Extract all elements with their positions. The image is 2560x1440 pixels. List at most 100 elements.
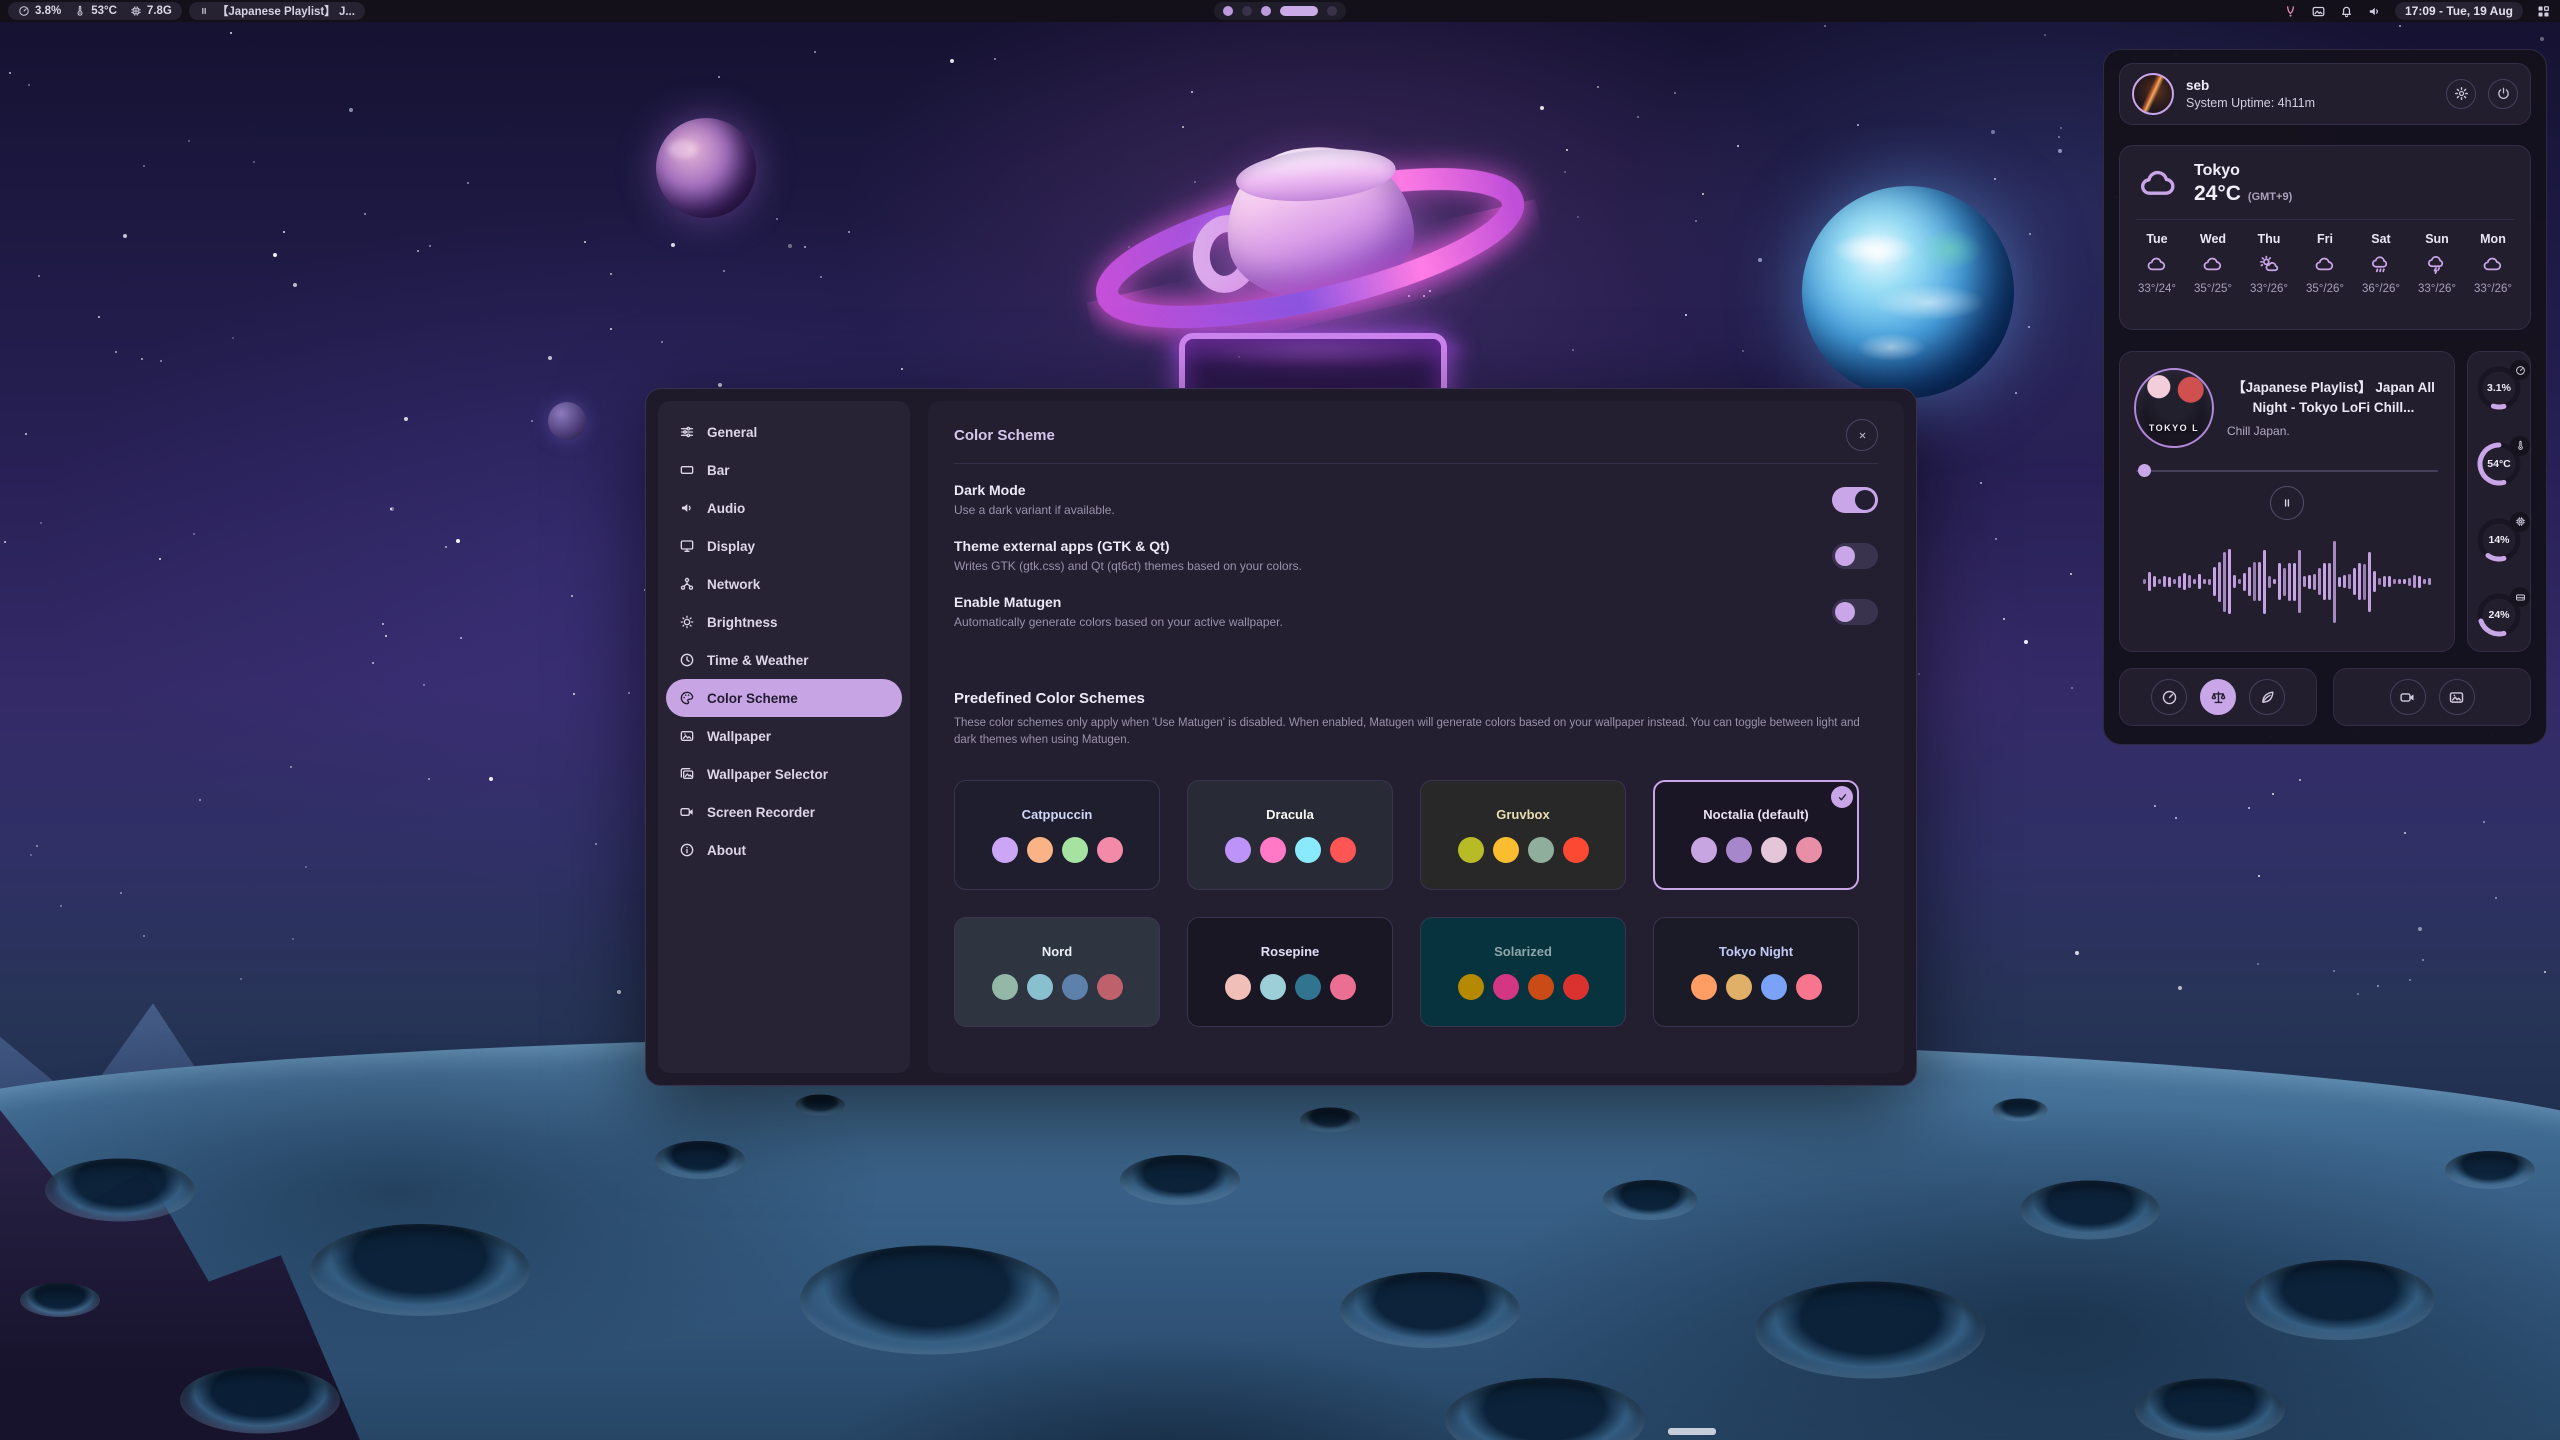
gauge-icon [2515,365,2526,376]
pause-button[interactable] [2270,486,2304,520]
forecast-day-temps: 33°/24° [2138,283,2176,295]
sidebar-item-wallpaper[interactable]: Wallpaper [666,717,902,755]
progress-thumb[interactable] [2138,464,2151,477]
sidebar-item-audio[interactable]: Audio [666,489,902,527]
thermometer-icon [2515,440,2526,451]
color-dot [1761,837,1787,863]
cloud-icon [2313,254,2336,275]
workspace-dot[interactable] [1223,6,1233,16]
visualizer-bar [2373,571,2376,593]
color-dot [1027,837,1053,863]
tray-app-icon[interactable] [2283,4,2298,19]
system-stats-pill[interactable]: 3.8%53°C7.8G [8,2,182,20]
stat-gauge-badge [2510,512,2530,532]
screen-recorder-button[interactable] [2390,679,2426,715]
visualizer-bar [2293,563,2296,601]
visualizer-bar [2273,579,2276,584]
toggle-knob [1835,602,1855,622]
scales-icon [2210,689,2227,706]
visualizer-bar [2358,563,2361,599]
power-profile-powersave-button[interactable] [2249,679,2285,715]
workspace-indicator[interactable] [1214,2,1346,20]
workspace-dot[interactable] [1261,6,1271,16]
sidebar-item-general[interactable]: General [666,413,902,451]
wallpaper-icon[interactable] [2311,4,2326,19]
forecast-day-name: Thu [2258,232,2281,246]
forecast-day: Sun33°/26° [2418,232,2456,295]
media-progress-slider[interactable] [2134,464,2440,478]
scheme-card-tokyo-night[interactable]: Tokyo Night [1653,917,1859,1027]
purple-planet [656,118,756,218]
apps-grid-icon[interactable] [2536,4,2551,19]
forecast-day-temps: 33°/26° [2418,283,2456,295]
forecast-day-temps: 36°/26° [2362,283,2400,295]
color-dot [1260,837,1286,863]
power-profile-balanced-button[interactable] [2200,679,2236,715]
toggle-switch[interactable] [1832,487,1878,513]
moon-crater [45,1159,195,1222]
media-pill[interactable]: 【Japanese Playlist】 J... [189,2,365,20]
visualizer-bar [2333,541,2336,623]
sidebar-item-about[interactable]: About [666,831,902,869]
sidebar-item-wallpaper-selector[interactable]: Wallpaper Selector [666,755,902,793]
scheme-colors [1225,837,1356,863]
close-icon [1857,430,1868,441]
sidebar-item-brightness[interactable]: Brightness [666,603,902,641]
palette-icon [679,690,695,706]
visualizer-bar [2168,577,2171,587]
scheme-colors [992,837,1123,863]
toggle-switch[interactable] [1832,599,1878,625]
clock-pill[interactable]: 17:09 - Tue, 19 Aug [2395,2,2523,20]
power-profile-performance-button[interactable] [2151,679,2187,715]
moon-crater [180,1367,340,1434]
color-dot [1062,837,1088,863]
scheme-card-solarized[interactable]: Solarized [1420,917,1626,1027]
pause-icon [199,6,209,16]
bell-icon[interactable] [2339,4,2354,19]
stat-gauge-badge [2510,436,2530,456]
scheme-card-rosepine[interactable]: Rosepine [1187,917,1393,1027]
stat-gauge: 54°C [2476,441,2522,487]
chip-icon [2515,516,2526,527]
earth-planet [1802,186,2014,398]
sidebar-item-network[interactable]: Network [666,565,902,603]
sidebar-item-time-weather[interactable]: Time & Weather [666,641,902,679]
sidebar-item-display[interactable]: Display [666,527,902,565]
color-dot [1726,837,1752,863]
divider [2136,219,2514,220]
page-title: Color Scheme [954,427,1055,444]
scheme-card-gruvbox[interactable]: Gruvbox [1420,780,1626,890]
scheme-card-dracula[interactable]: Dracula [1187,780,1393,890]
color-dot [1726,974,1752,1000]
system-stat: 3.8% [18,5,61,17]
quick-actions [2119,668,2531,726]
workspace-dot-focused[interactable] [1280,6,1318,16]
visualizer-bar [2243,573,2246,591]
settings-button[interactable] [2446,79,2476,109]
visualizer-bar [2378,578,2381,585]
visualizer-bar [2203,579,2206,584]
power-icon [2496,86,2511,101]
visualizer-bar [2183,573,2186,590]
scheme-card-catppuccin[interactable]: Catppuccin [954,780,1160,890]
media-player-card: TOKYO L 【Japanese Playlist】 Japan All Ni… [2119,351,2455,652]
scheme-card-noctalia-default-[interactable]: Noctalia (default) [1653,780,1859,890]
visualizer-bar [2368,552,2371,612]
sidebar-item-bar[interactable]: Bar [666,451,902,489]
user-card: seb System Uptime: 4h11m [2119,63,2531,125]
close-button[interactable] [1846,419,1878,451]
small-planet [548,402,586,440]
color-dot [1691,837,1717,863]
power-button[interactable] [2488,79,2518,109]
stat-gauge: 24% [2476,592,2522,638]
scheme-card-nord[interactable]: Nord [954,917,1160,1027]
visualizer-bar [2258,562,2261,601]
wallpaper-button[interactable] [2439,679,2475,715]
toggle-switch[interactable] [1832,543,1878,569]
volume-icon[interactable] [2367,4,2382,19]
workspace-dot[interactable] [1327,6,1337,16]
color-dot [1330,974,1356,1000]
sidebar-item-color-scheme[interactable]: Color Scheme [666,679,902,717]
workspace-dot[interactable] [1242,6,1252,16]
sidebar-item-screen-recorder[interactable]: Screen Recorder [666,793,902,831]
